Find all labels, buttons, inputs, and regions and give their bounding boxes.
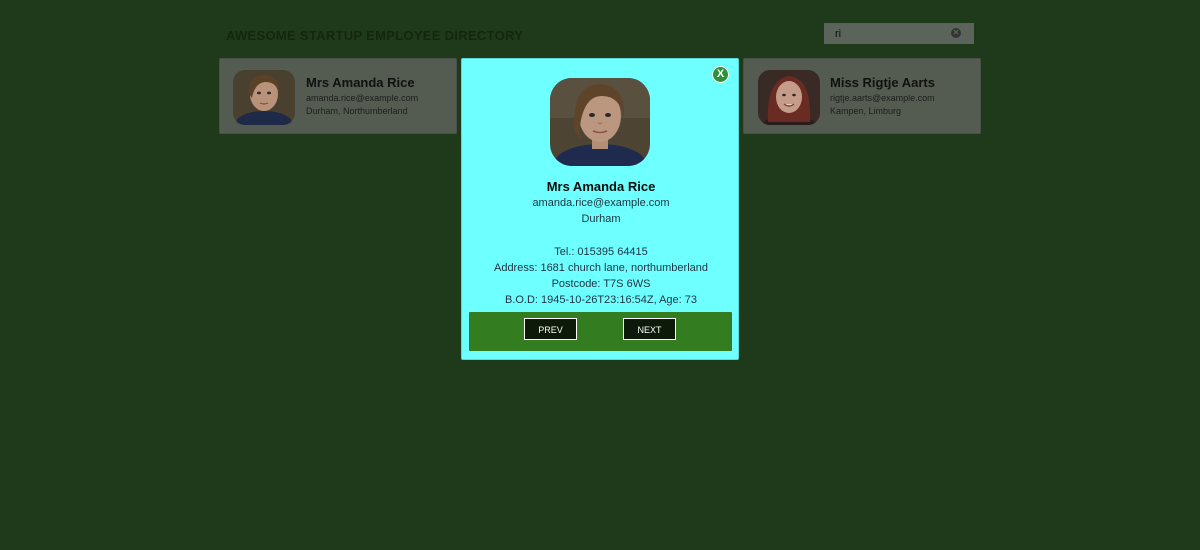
search-input[interactable] xyxy=(835,23,945,44)
next-button[interactable]: NEXT xyxy=(623,318,676,340)
card-location: Durham, Northumberland xyxy=(306,106,408,116)
employee-phone: Tel.: 015395 64415 xyxy=(554,246,648,258)
card-name: Miss Rigtje Aarts xyxy=(830,75,935,90)
employee-city: Durham xyxy=(581,213,621,225)
page-title: Awesome Startup Employee Directory xyxy=(226,28,524,43)
employee-postcode: Postcode: T7S 6WS xyxy=(551,278,651,290)
employee-email: amanda.rice@example.com xyxy=(532,197,670,209)
avatar xyxy=(233,70,295,125)
modal-nav-bar: PREV NEXT xyxy=(469,312,732,351)
prev-button[interactable]: PREV xyxy=(524,318,577,340)
employee-modal: X Mrs Amanda Rice amanda.rice@example.co… xyxy=(461,58,739,360)
search-box[interactable]: ✕ xyxy=(824,23,974,44)
employee-card[interactable]: Mrs Amanda Rice amanda.rice@example.com … xyxy=(219,58,457,134)
employee-card[interactable]: Miss Rigtje Aarts rigtje.aarts@example.c… xyxy=(743,58,981,134)
employee-dob: B.O.D: 1945-10-26T23:16:54Z, Age: 73 xyxy=(504,294,697,306)
avatar xyxy=(550,78,650,166)
avatar xyxy=(758,70,820,125)
clear-icon[interactable]: ✕ xyxy=(951,28,961,38)
employee-address: Address: 1681 church lane, northumberlan… xyxy=(493,262,709,274)
employee-name: Mrs Amanda Rice xyxy=(546,179,656,194)
close-button[interactable]: X xyxy=(712,66,729,83)
card-email: rigtje.aarts@example.com xyxy=(830,93,935,103)
card-email: amanda.rice@example.com xyxy=(306,93,419,103)
card-location: Kampen, Limburg xyxy=(830,106,902,116)
card-name: Mrs Amanda Rice xyxy=(306,75,415,90)
